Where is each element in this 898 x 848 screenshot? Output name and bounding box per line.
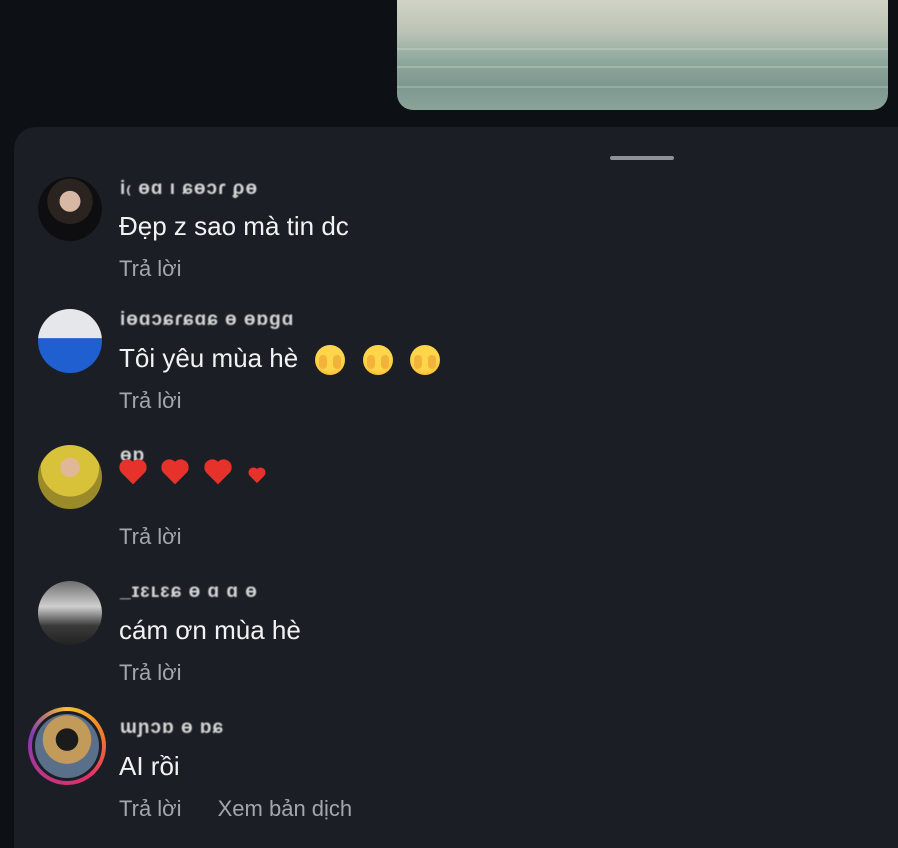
comment-item: ɯɲɔɒ ɵ ɒɕ AI rồi Trả lời Xem bản dịch <box>14 707 898 845</box>
reply-button[interactable]: Trả lời <box>119 660 182 685</box>
avatar-story-ring[interactable] <box>28 707 106 785</box>
comment-hearts <box>119 459 278 492</box>
face-screaming-emoji-icon <box>409 345 440 376</box>
face-screaming-emoji-icon <box>362 345 393 376</box>
avatar[interactable] <box>38 445 102 509</box>
reply-button[interactable]: Trả lời <box>119 524 182 549</box>
comment-text: cám ơn mùa hè <box>119 615 301 645</box>
heart-icon <box>198 453 238 493</box>
heart-icon <box>242 460 273 491</box>
post-media-thumbnail[interactable] <box>397 0 888 110</box>
comment-text: AI rồi <box>119 751 180 781</box>
comment-actions: Trả lời <box>119 256 212 282</box>
comment-actions: Trả lời Xem bản dịch <box>119 796 382 822</box>
comment-actions: Trả lời <box>119 524 212 550</box>
avatar[interactable] <box>38 581 102 645</box>
comment-item: _ɪɛʟɛɕ ɵ ɑ ɑ ɵ cám ơn mùa hè Trả lời <box>14 581 898 709</box>
comment-username[interactable]: iɵɑɔɕɾɕɑɕ ɵ ɵɒɡɑ <box>120 309 294 330</box>
comment-username[interactable]: ɯɲɔɒ ɵ ɒɕ <box>120 717 224 738</box>
comment-actions: Trả lời <box>119 388 212 414</box>
avatar[interactable] <box>35 714 99 778</box>
comment-username[interactable]: _ɪɛʟɛɕ ɵ ɑ ɑ ɵ <box>120 581 258 602</box>
comment-item: ɵɒ Trả lời <box>14 445 898 573</box>
see-translation-button[interactable]: Xem bản dịch <box>218 796 353 821</box>
reply-button[interactable]: Trả lời <box>119 256 182 281</box>
comment-item: i₍ ɵɑ ı ɕɵɔɾ ϼɵ Đẹp z sao mà tin dc Trả … <box>14 177 898 305</box>
drag-handle[interactable] <box>610 156 674 160</box>
avatar[interactable] <box>38 309 102 373</box>
face-screaming-emoji-icon <box>315 345 346 376</box>
reply-button[interactable]: Trả lời <box>119 796 182 821</box>
comment-item: iɵɑɔɕɾɕɑɕ ɵ ɵɒɡɑ Tôi yêu mùa hè Trả lời <box>14 309 898 437</box>
comment-username[interactable]: i₍ ɵɑ ı ɕɵɔɾ ϼɵ <box>120 177 258 199</box>
comments-sheet: i₍ ɵɑ ı ɕɵɔɾ ϼɵ Đẹp z sao mà tin dc Trả … <box>14 127 898 848</box>
avatar[interactable] <box>38 177 102 241</box>
heart-icon <box>156 453 196 493</box>
heart-icon <box>113 453 153 493</box>
reply-button[interactable]: Trả lời <box>119 388 182 413</box>
comment-text: Đẹp z sao mà tin dc <box>119 211 349 241</box>
comment-text: Tôi yêu mùa hè <box>119 343 440 376</box>
comment-actions: Trả lời <box>119 660 212 686</box>
